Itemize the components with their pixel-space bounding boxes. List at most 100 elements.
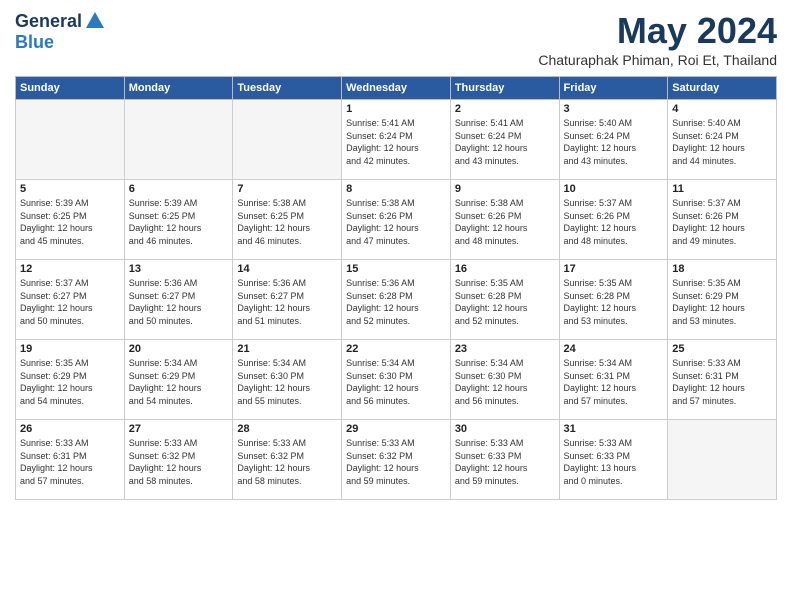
logo-icon	[84, 10, 106, 32]
calendar-cell: 1 Sunrise: 5:41 AM Sunset: 6:24 PM Daylig…	[342, 100, 451, 180]
day-number: 20	[129, 343, 229, 355]
day-header-saturday: Saturday	[668, 77, 777, 100]
logo-general-text: General	[15, 11, 82, 32]
week-row-4: 19 Sunrise: 5:35 AM Sunset: 6:29 PM Dayli…	[16, 340, 777, 420]
cell-content: Sunrise: 5:33 AM Sunset: 6:33 PM Dayligh…	[564, 437, 664, 487]
cell-content: Sunrise: 5:37 AM Sunset: 6:27 PM Dayligh…	[20, 277, 120, 327]
cell-content: Sunrise: 5:36 AM Sunset: 6:28 PM Dayligh…	[346, 277, 446, 327]
calendar-cell: 4 Sunrise: 5:40 AM Sunset: 6:24 PM Daylig…	[668, 100, 777, 180]
calendar-cell: 7 Sunrise: 5:38 AM Sunset: 6:25 PM Daylig…	[233, 180, 342, 260]
calendar-cell: 26 Sunrise: 5:33 AM Sunset: 6:31 PM Dayli…	[16, 420, 125, 500]
day-number: 29	[346, 423, 446, 435]
day-number: 18	[672, 263, 772, 275]
calendar-cell: 11Sunrise: 5:37 AM Sunset: 6:26 PM Dayli…	[668, 180, 777, 260]
logo-blue-text: Blue	[15, 32, 54, 53]
cell-content: Sunrise: 5:34 AM Sunset: 6:30 PM Dayligh…	[237, 357, 337, 407]
week-row-1: 1 Sunrise: 5:41 AM Sunset: 6:24 PM Daylig…	[16, 100, 777, 180]
title-area: May 2024 Chaturaphak Phiman, Roi Et, Tha…	[538, 10, 777, 68]
day-number: 28	[237, 423, 337, 435]
calendar-cell: 9 Sunrise: 5:38 AM Sunset: 6:26 PM Daylig…	[450, 180, 559, 260]
calendar-cell: 17Sunrise: 5:35 AM Sunset: 6:28 PM Dayli…	[559, 260, 668, 340]
calendar-cell: 30 Sunrise: 5:33 AM Sunset: 6:33 PM Dayli…	[450, 420, 559, 500]
day-header-thursday: Thursday	[450, 77, 559, 100]
day-number: 2	[455, 103, 555, 115]
week-row-2: 5 Sunrise: 5:39 AM Sunset: 6:25 PM Daylig…	[16, 180, 777, 260]
day-header-sunday: Sunday	[16, 77, 125, 100]
calendar-cell: 21Sunrise: 5:34 AM Sunset: 6:30 PM Dayli…	[233, 340, 342, 420]
day-number: 26	[20, 423, 120, 435]
cell-content: Sunrise: 5:35 AM Sunset: 6:29 PM Dayligh…	[20, 357, 120, 407]
calendar-cell: 18 Sunrise: 5:35 AM Sunset: 6:29 PM Dayli…	[668, 260, 777, 340]
calendar-cell: 27 Sunrise: 5:33 AM Sunset: 6:32 PM Dayli…	[124, 420, 233, 500]
day-number: 7	[237, 183, 337, 195]
cell-content: Sunrise: 5:34 AM Sunset: 6:31 PM Dayligh…	[564, 357, 664, 407]
day-number: 30	[455, 423, 555, 435]
day-number: 12	[20, 263, 120, 275]
day-number: 22	[346, 343, 446, 355]
day-number: 17	[564, 263, 664, 275]
calendar-cell: 12 Sunrise: 5:37 AM Sunset: 6:27 PM Dayli…	[16, 260, 125, 340]
calendar-cell: 10 Sunrise: 5:37 AM Sunset: 6:26 PM Dayli…	[559, 180, 668, 260]
day-number: 4	[672, 103, 772, 115]
cell-content: Sunrise: 5:38 AM Sunset: 6:25 PM Dayligh…	[237, 197, 337, 247]
day-number: 27	[129, 423, 229, 435]
calendar-cell: 31 Sunrise: 5:33 AM Sunset: 6:33 PM Dayli…	[559, 420, 668, 500]
cell-content: Sunrise: 5:40 AM Sunset: 6:24 PM Dayligh…	[564, 117, 664, 167]
day-number: 24	[564, 343, 664, 355]
calendar-cell	[124, 100, 233, 180]
day-number: 5	[20, 183, 120, 195]
cell-content: Sunrise: 5:37 AM Sunset: 6:26 PM Dayligh…	[672, 197, 772, 247]
cell-content: Sunrise: 5:35 AM Sunset: 6:29 PM Dayligh…	[672, 277, 772, 327]
cell-content: Sunrise: 5:36 AM Sunset: 6:27 PM Dayligh…	[237, 277, 337, 327]
day-number: 19	[20, 343, 120, 355]
cell-content: Sunrise: 5:33 AM Sunset: 6:33 PM Dayligh…	[455, 437, 555, 487]
day-number: 16	[455, 263, 555, 275]
cell-content: Sunrise: 5:41 AM Sunset: 6:24 PM Dayligh…	[346, 117, 446, 167]
day-number: 9	[455, 183, 555, 195]
day-number: 8	[346, 183, 446, 195]
day-number: 31	[564, 423, 664, 435]
month-title: May 2024	[538, 10, 777, 52]
day-number: 15	[346, 263, 446, 275]
cell-content: Sunrise: 5:40 AM Sunset: 6:24 PM Dayligh…	[672, 117, 772, 167]
calendar-cell: 28Sunrise: 5:33 AM Sunset: 6:32 PM Dayli…	[233, 420, 342, 500]
day-number: 10	[564, 183, 664, 195]
calendar-cell: 14 Sunrise: 5:36 AM Sunset: 6:27 PM Dayli…	[233, 260, 342, 340]
calendar-cell: 29Sunrise: 5:33 AM Sunset: 6:32 PM Dayli…	[342, 420, 451, 500]
day-header-wednesday: Wednesday	[342, 77, 451, 100]
calendar-cell	[233, 100, 342, 180]
day-number: 6	[129, 183, 229, 195]
day-header-friday: Friday	[559, 77, 668, 100]
calendar-cell	[16, 100, 125, 180]
calendar-cell: 13Sunrise: 5:36 AM Sunset: 6:27 PM Dayli…	[124, 260, 233, 340]
cell-content: Sunrise: 5:35 AM Sunset: 6:28 PM Dayligh…	[455, 277, 555, 327]
cell-content: Sunrise: 5:33 AM Sunset: 6:32 PM Dayligh…	[129, 437, 229, 487]
calendar-cell: 2 Sunrise: 5:41 AM Sunset: 6:24 PM Daylig…	[450, 100, 559, 180]
subtitle: Chaturaphak Phiman, Roi Et, Thailand	[538, 52, 777, 68]
cell-content: Sunrise: 5:41 AM Sunset: 6:24 PM Dayligh…	[455, 117, 555, 167]
cell-content: Sunrise: 5:38 AM Sunset: 6:26 PM Dayligh…	[346, 197, 446, 247]
calendar-cell: 24 Sunrise: 5:34 AM Sunset: 6:31 PM Dayli…	[559, 340, 668, 420]
calendar-cell: 22 Sunrise: 5:34 AM Sunset: 6:30 PM Dayli…	[342, 340, 451, 420]
cell-content: Sunrise: 5:39 AM Sunset: 6:25 PM Dayligh…	[20, 197, 120, 247]
cell-content: Sunrise: 5:33 AM Sunset: 6:31 PM Dayligh…	[672, 357, 772, 407]
calendar-cell: 6 Sunrise: 5:39 AM Sunset: 6:25 PM Daylig…	[124, 180, 233, 260]
cell-content: Sunrise: 5:34 AM Sunset: 6:29 PM Dayligh…	[129, 357, 229, 407]
cell-content: Sunrise: 5:34 AM Sunset: 6:30 PM Dayligh…	[346, 357, 446, 407]
day-number: 23	[455, 343, 555, 355]
cell-content: Sunrise: 5:34 AM Sunset: 6:30 PM Dayligh…	[455, 357, 555, 407]
calendar-cell: 20 Sunrise: 5:34 AM Sunset: 6:29 PM Dayli…	[124, 340, 233, 420]
cell-content: Sunrise: 5:38 AM Sunset: 6:26 PM Dayligh…	[455, 197, 555, 247]
week-row-3: 12 Sunrise: 5:37 AM Sunset: 6:27 PM Dayli…	[16, 260, 777, 340]
calendar-table: SundayMondayTuesdayWednesdayThursdayFrid…	[15, 76, 777, 500]
day-number: 3	[564, 103, 664, 115]
cell-content: Sunrise: 5:37 AM Sunset: 6:26 PM Dayligh…	[564, 197, 664, 247]
header-row: SundayMondayTuesdayWednesdayThursdayFrid…	[16, 77, 777, 100]
day-number: 14	[237, 263, 337, 275]
cell-content: Sunrise: 5:33 AM Sunset: 6:31 PM Dayligh…	[20, 437, 120, 487]
cell-content: Sunrise: 5:39 AM Sunset: 6:25 PM Dayligh…	[129, 197, 229, 247]
day-number: 1	[346, 103, 446, 115]
day-header-monday: Monday	[124, 77, 233, 100]
calendar-cell	[668, 420, 777, 500]
calendar-cell: 15 Sunrise: 5:36 AM Sunset: 6:28 PM Dayli…	[342, 260, 451, 340]
